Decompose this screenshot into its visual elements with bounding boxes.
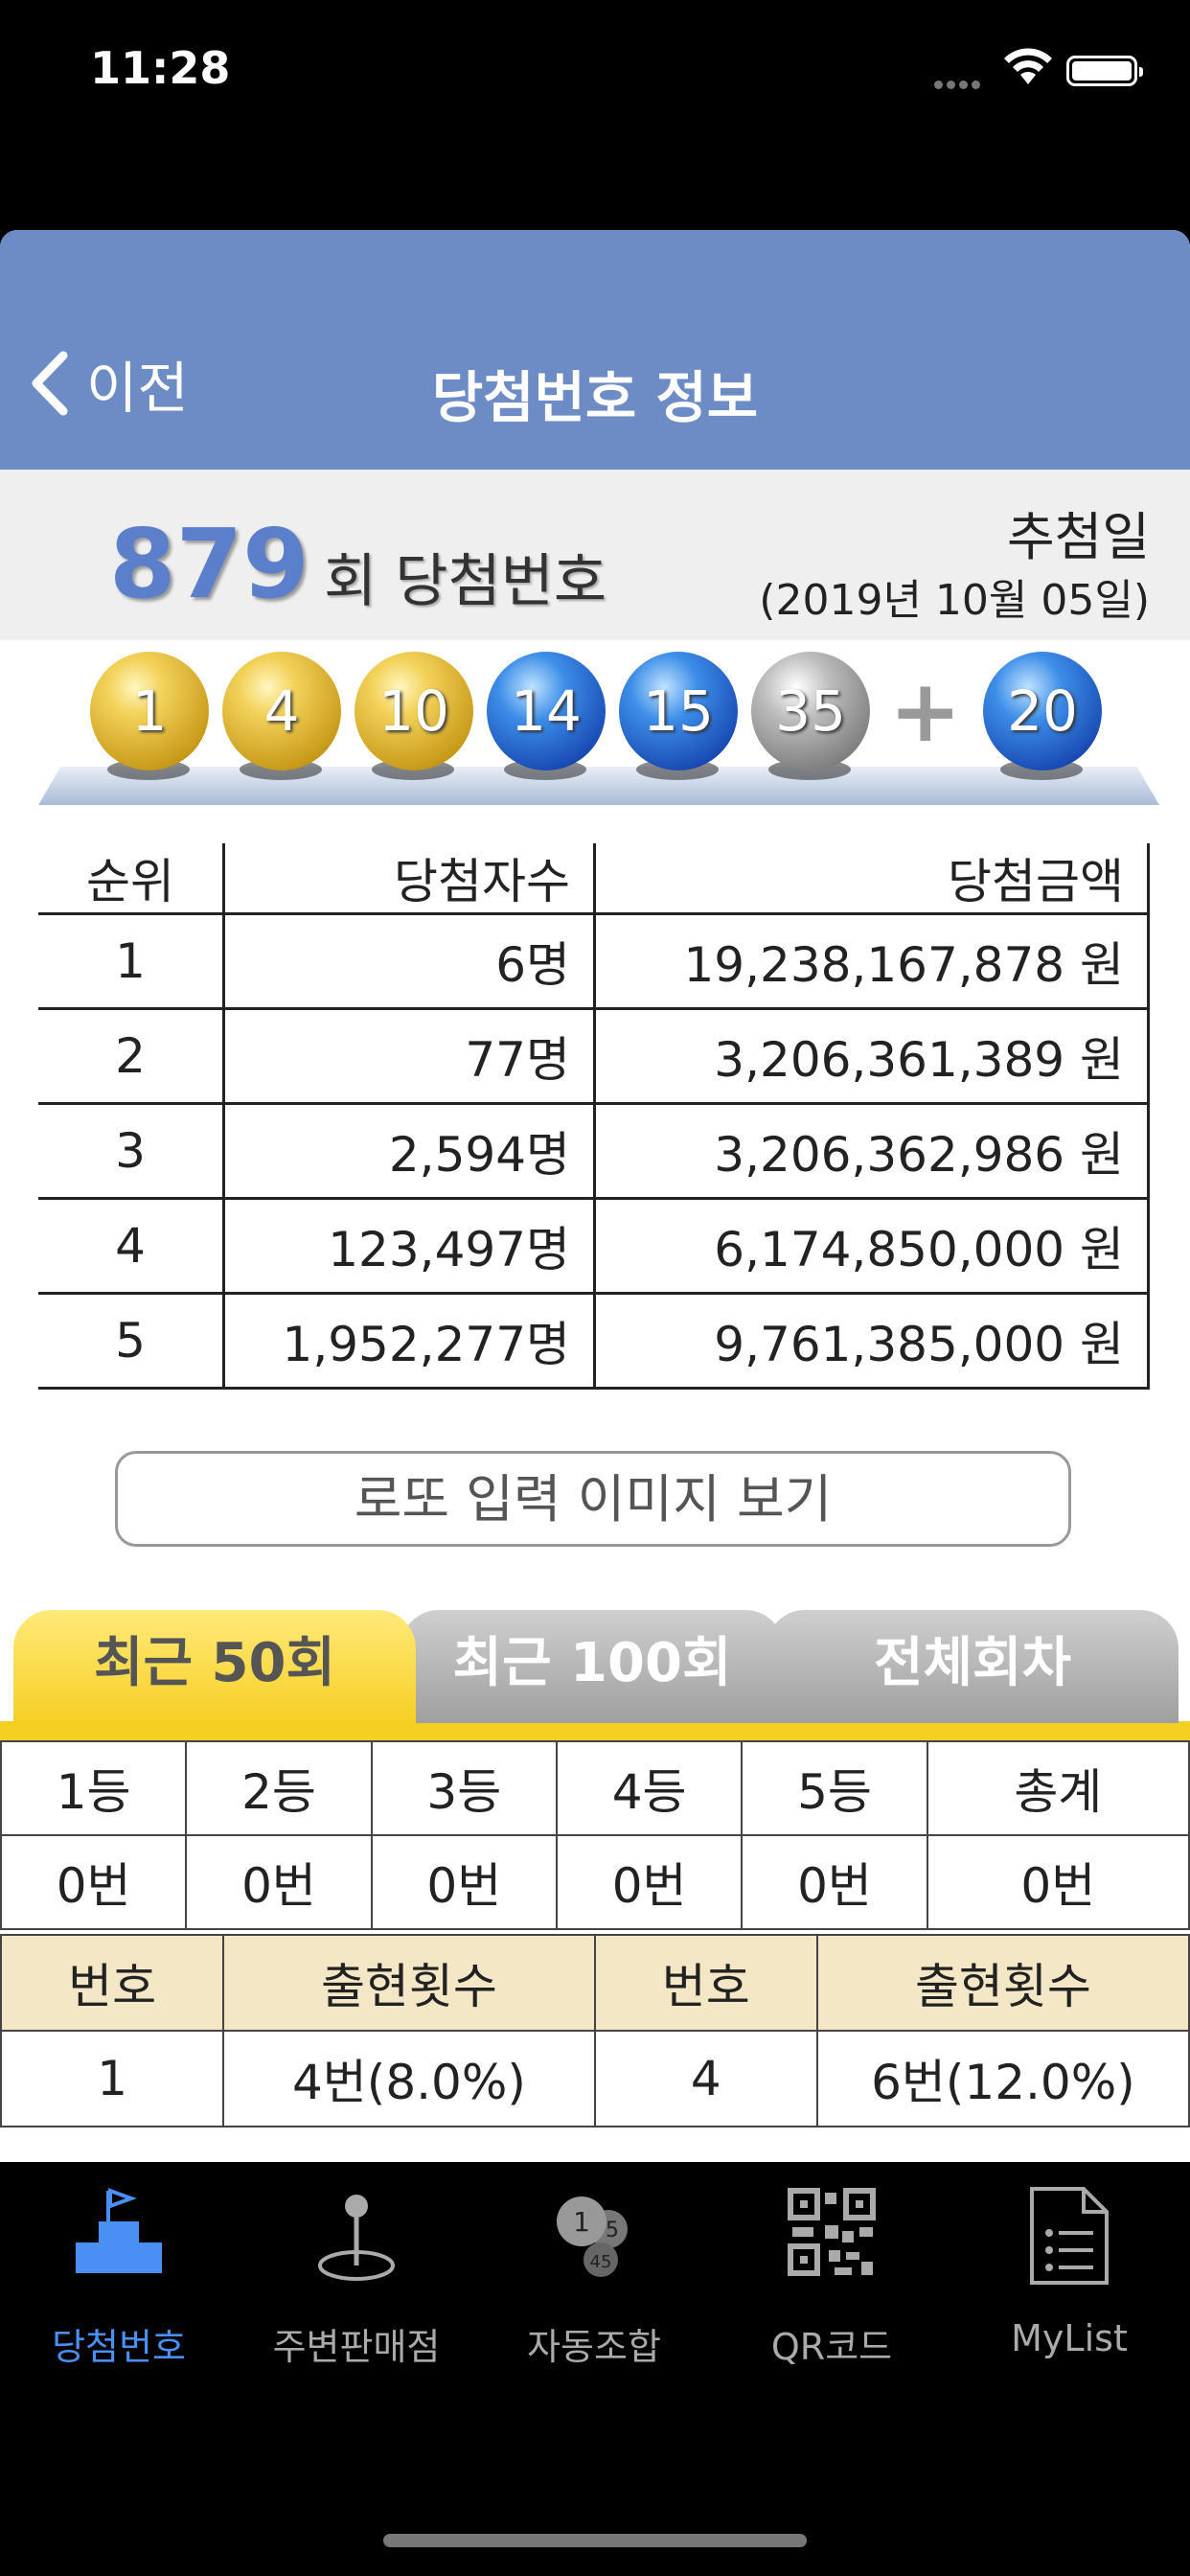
- app-screen: 이전 당첨번호 정보 879 회 당첨번호 추첨일 (2019년 10월 05일…: [0, 230, 1190, 2162]
- winning-ball: 35: [751, 652, 870, 770]
- stat-header: 1등: [0, 1740, 188, 1836]
- frequency-table: 번호 출현횟수 번호 출현횟수 1 4번(8.0%) 4 6번(12.0%): [0, 1934, 1190, 2128]
- stat-header: 2등: [185, 1740, 373, 1836]
- stat-header: 4등: [555, 1740, 744, 1836]
- table-row: 1등 2등 3등 4등 5등 총계: [0, 1740, 1190, 1836]
- table-row: 2 77명 3,206,361,389 원: [38, 1007, 1150, 1104]
- amount-cell: 9,761,385,000 원: [594, 1292, 1150, 1390]
- winning-ball: 10: [355, 652, 473, 770]
- winners-cell: 77명: [223, 1007, 596, 1104]
- tabbar-item-mylist[interactable]: MyList: [950, 2183, 1188, 2365]
- stat-value: 0번: [370, 1834, 558, 1930]
- rank-cell: 1: [38, 912, 225, 1009]
- winning-ball: 14: [487, 652, 606, 770]
- page-title: 당첨번호 정보: [431, 365, 759, 430]
- tab-recent-100[interactable]: 최근 100회: [400, 1610, 784, 1723]
- winners-cell: 6명: [223, 912, 596, 1009]
- status-bar: 11:28: [0, 0, 1190, 144]
- tab-recent-50[interactable]: 최근 50회: [13, 1610, 416, 1723]
- amount-cell: 3,206,362,986 원: [594, 1102, 1150, 1199]
- tab-all-rounds[interactable]: 전체회차: [767, 1610, 1179, 1723]
- rank-cell: 5: [38, 1292, 225, 1390]
- tabbar-item-nearby-stores[interactable]: 주변판매점: [238, 2183, 475, 2368]
- winners-cell: 1,952,277명: [223, 1292, 596, 1390]
- view-lotto-image-button[interactable]: 로또 입력 이미지 보기: [115, 1451, 1071, 1547]
- count-cell: 4번(8.0%): [222, 2030, 596, 2128]
- winning-ball: 15: [619, 652, 738, 770]
- stat-header: 5등: [741, 1740, 928, 1836]
- bonus-ball: 20: [983, 652, 1102, 770]
- ball-icon-text: 5: [606, 2219, 619, 2242]
- winners-cell: 123,497명: [223, 1197, 596, 1294]
- winning-balls: 1 4 10 14 15 35 + 20: [0, 652, 1190, 780]
- tabbar-item-qr-code[interactable]: QR코드: [713, 2183, 950, 2368]
- table-row: 1 4번(8.0%) 4 6번(12.0%): [0, 2030, 1190, 2128]
- number-cell: 4: [593, 2030, 818, 2128]
- ball-icon-text: 45: [590, 2252, 612, 2272]
- count-header: 출현횟수: [222, 1934, 596, 2032]
- wifi-icon: [1004, 48, 1052, 84]
- count-cell: 6번(12.0%): [815, 2030, 1190, 2128]
- round-number: 879: [109, 508, 309, 620]
- prize-table-header: 순위 당첨자수 당첨금액: [38, 843, 1150, 914]
- bottom-tab-bar: 당첨번호 주변판매점 1 5 45 자동조합 QR코드 MyList: [0, 2162, 1190, 2576]
- stat-header: 3등: [370, 1740, 558, 1836]
- tabbar-label: 주변판매점: [272, 2326, 441, 2368]
- rank-cell: 2: [38, 1007, 225, 1104]
- plus-sign: +: [889, 661, 962, 762]
- status-time: 11:28: [90, 42, 231, 94]
- stat-value: 0번: [555, 1834, 744, 1930]
- ball-icon-text: 1: [573, 2206, 590, 2238]
- period-tabs: 최근 50회 최근 100회 전체회차: [0, 1606, 1190, 1723]
- amount-cell: 19,238,167,878 원: [594, 912, 1150, 1009]
- round-header: 879 회 당첨번호 추첨일 (2019년 10월 05일): [0, 470, 1190, 640]
- rank-stats-table: 1등 2등 3등 4등 5등 총계 0번 0번 0번 0번 0번 0번: [0, 1740, 1190, 1930]
- stat-value: 0번: [185, 1834, 373, 1930]
- tab-underline: [0, 1721, 1190, 1740]
- stat-value: 0번: [741, 1834, 928, 1930]
- amount-cell: 6,174,850,000 원: [594, 1197, 1150, 1294]
- winning-ball: 4: [222, 652, 341, 770]
- cellular-signal-icon: [934, 75, 992, 89]
- draw-date: (2019년 10월 05일): [759, 576, 1150, 625]
- draw-date-label: 추첨일: [1006, 507, 1150, 567]
- map-pin-icon: [318, 2195, 395, 2281]
- count-header: 출현횟수: [815, 1934, 1190, 2032]
- rank-cell: 3: [38, 1102, 225, 1199]
- rank-cell: 4: [38, 1197, 225, 1294]
- winners-cell: 2,594명: [223, 1102, 596, 1199]
- frequency-header: 번호 출현횟수 번호 출현횟수: [0, 1934, 1190, 2032]
- amount-header: 당첨금액: [594, 843, 1150, 914]
- battery-icon: [1066, 56, 1143, 86]
- number-cell: 1: [0, 2030, 225, 2128]
- tabbar-label: QR코드: [770, 2326, 893, 2368]
- tabbar-item-winning-numbers[interactable]: 당첨번호: [0, 2183, 238, 2368]
- stat-value: 0번: [0, 1834, 188, 1930]
- lotto-balls-icon: 1 5 45: [557, 2196, 628, 2277]
- stat-value: 0번: [926, 1834, 1190, 1930]
- table-row: 5 1,952,277명 9,761,385,000 원: [38, 1292, 1150, 1390]
- table-row: 3 2,594명 3,206,362,986 원: [38, 1102, 1150, 1199]
- table-row: 4 123,497명 6,174,850,000 원: [38, 1197, 1150, 1294]
- number-header: 번호: [593, 1934, 818, 2032]
- stat-header: 총계: [926, 1740, 1190, 1836]
- prize-table: 순위 당첨자수 당첨금액 1 6명 19,238,167,878 원 2 77명…: [38, 843, 1150, 1390]
- rank-header: 순위: [38, 843, 225, 914]
- tabbar-label: MyList: [1011, 2317, 1128, 2359]
- qr-code-icon: [788, 2188, 876, 2276]
- winning-numbers-icon: [76, 2188, 162, 2273]
- tabbar-item-auto-combination[interactable]: 1 5 45 자동조합: [475, 2183, 713, 2368]
- navigation-bar: 이전 당첨번호 정보: [0, 230, 1190, 470]
- table-row: 1 6명 19,238,167,878 원: [38, 912, 1150, 1009]
- tabbar-label: 당첨번호: [52, 2326, 186, 2368]
- tabbar-label: 자동조합: [527, 2326, 661, 2368]
- winning-ball: 1: [90, 652, 209, 770]
- round-label: 회 당첨번호: [324, 548, 607, 615]
- amount-cell: 3,206,361,389 원: [594, 1007, 1150, 1104]
- winners-header: 당첨자수: [223, 843, 596, 914]
- table-row: 0번 0번 0번 0번 0번 0번: [0, 1834, 1190, 1930]
- document-list-icon: [1030, 2187, 1109, 2285]
- number-header: 번호: [0, 1934, 225, 2032]
- home-indicator[interactable]: [383, 2534, 807, 2547]
